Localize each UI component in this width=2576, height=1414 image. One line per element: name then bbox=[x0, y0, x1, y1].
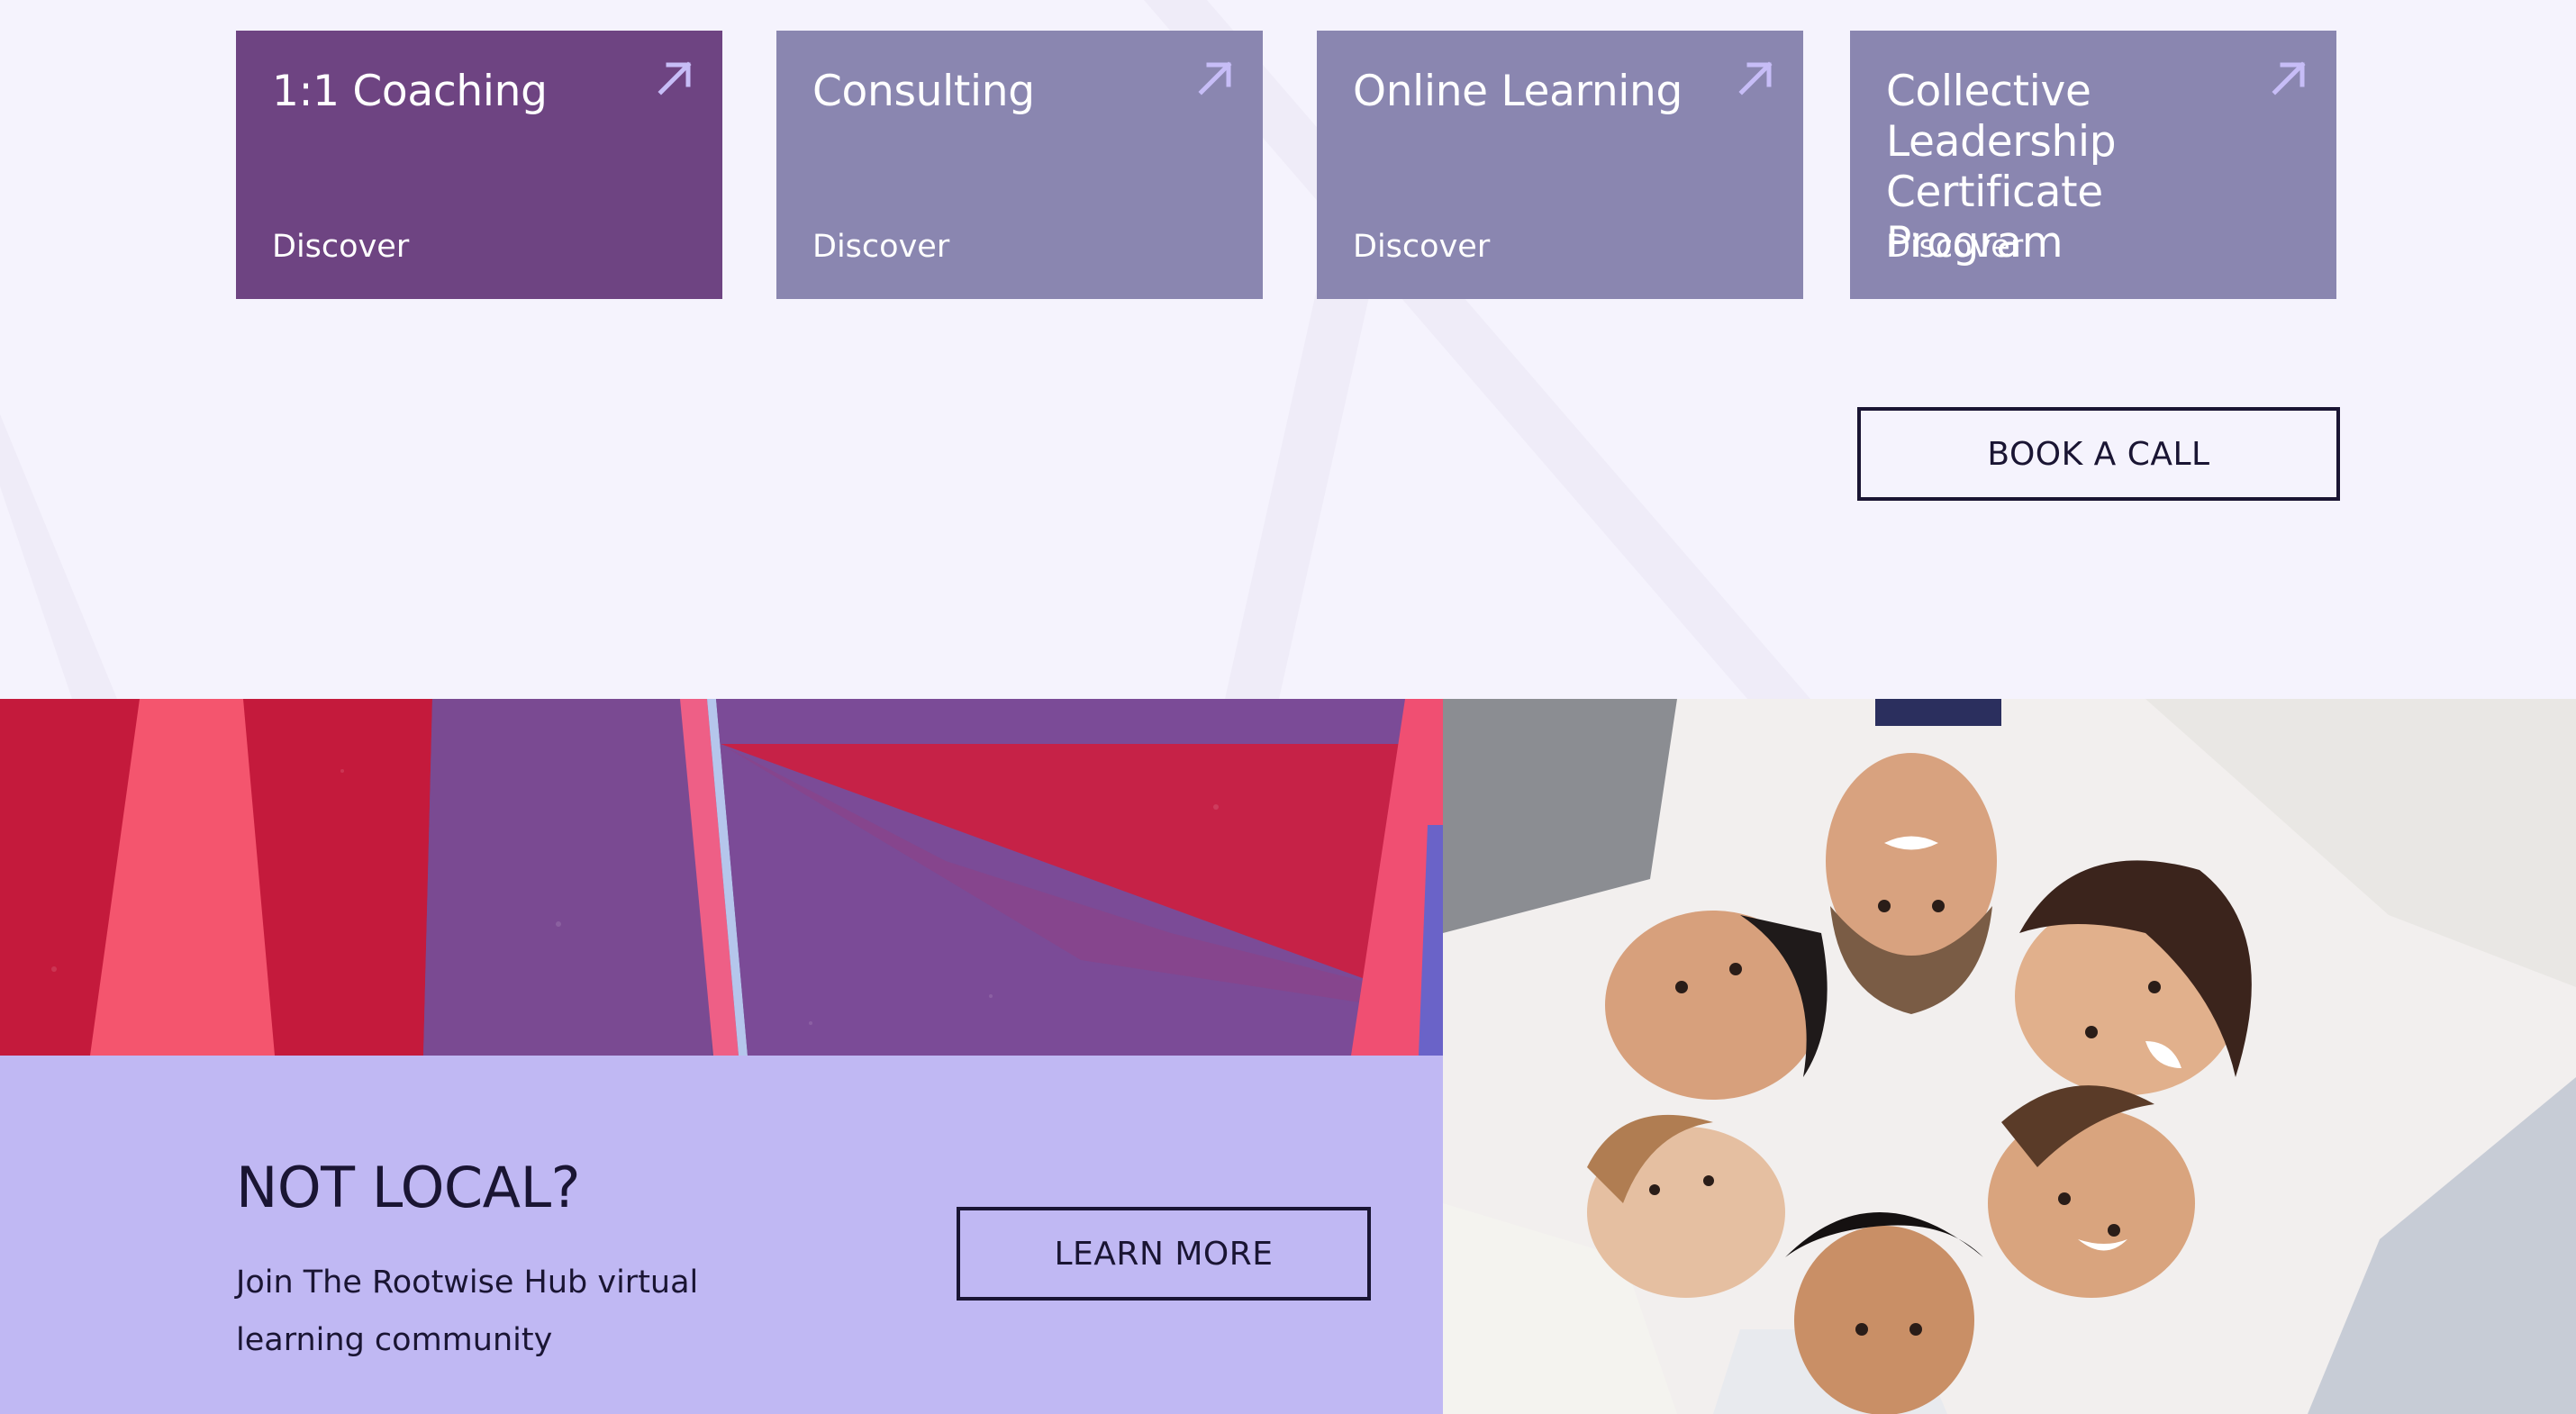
mural-artwork bbox=[0, 699, 1443, 1056]
service-card-online-learning[interactable]: Online Learning Discover bbox=[1317, 31, 1803, 299]
arrow-up-right-icon bbox=[1198, 61, 1232, 95]
card-discover-link[interactable]: Discover bbox=[272, 229, 409, 265]
arrow-up-right-icon bbox=[1738, 61, 1773, 95]
learn-more-button[interactable]: LEARN MORE bbox=[957, 1207, 1371, 1301]
team-photo-illustration bbox=[1443, 699, 2576, 1414]
team-huddle-photo bbox=[1443, 699, 2576, 1414]
not-local-heading: NOT LOCAL? bbox=[236, 1155, 581, 1220]
mural-image bbox=[0, 699, 1443, 1056]
not-local-description: Join The Rootwise Hub virtual learning c… bbox=[236, 1264, 699, 1358]
service-card-coaching[interactable]: 1:1 Coaching Discover bbox=[236, 31, 722, 299]
services-section: 1:1 Coaching Discover Consulting Discove… bbox=[0, 0, 2576, 699]
card-title: Online Learning bbox=[1353, 67, 1683, 116]
service-card-leadership-program[interactable]: Collective Leadership Certificate Progra… bbox=[1850, 31, 2336, 299]
book-a-call-button[interactable]: BOOK A CALL bbox=[1857, 407, 2340, 501]
card-title: Consulting bbox=[812, 67, 1035, 116]
arrow-up-right-icon bbox=[2272, 61, 2306, 95]
card-discover-link[interactable]: Discover bbox=[1886, 229, 2023, 265]
not-local-section: NOT LOCAL? Join The Rootwise Hub virtual… bbox=[0, 1056, 1443, 1414]
card-discover-link[interactable]: Discover bbox=[812, 229, 949, 265]
service-card-consulting[interactable]: Consulting Discover bbox=[776, 31, 1263, 299]
card-title: 1:1 Coaching bbox=[272, 67, 548, 116]
arrow-up-right-icon bbox=[658, 61, 692, 95]
card-discover-link[interactable]: Discover bbox=[1353, 229, 1490, 265]
